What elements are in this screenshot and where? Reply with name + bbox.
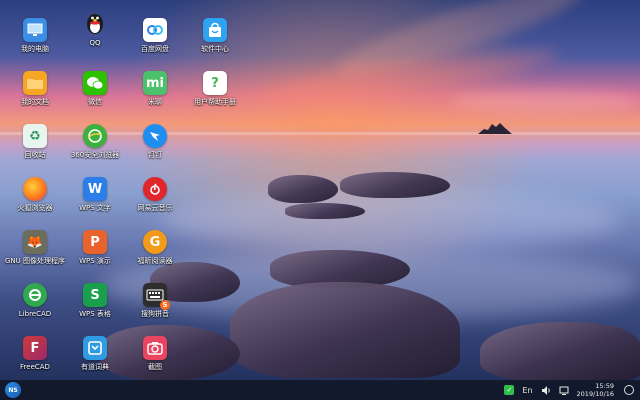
desktop-icon-label: 微信 bbox=[88, 98, 102, 106]
firefox-icon bbox=[23, 177, 47, 201]
desktop-icon-dingtalk[interactable]: 钉钉 bbox=[125, 124, 185, 160]
desktop-icon-screenshot[interactable]: 截图 bbox=[125, 336, 185, 372]
desktop-icon-label: 福昕阅读器 bbox=[137, 257, 173, 265]
youdao-dict-icon bbox=[83, 336, 107, 360]
desktop-icon-label: WPS 演示 bbox=[79, 257, 111, 265]
desktop-icon-netease-music[interactable]: 网易云音乐 bbox=[125, 177, 185, 213]
screenshot-camera-icon bbox=[143, 336, 167, 360]
desktop-icon-wps-spreadsheet[interactable]: S WPS 表格 bbox=[65, 283, 125, 319]
folder-icon bbox=[23, 71, 47, 95]
wps-writer-icon: W bbox=[83, 177, 107, 201]
baidu-netdisk-icon bbox=[143, 18, 167, 42]
wechat-icon bbox=[83, 71, 107, 95]
clock-date: 2019/10/16 bbox=[576, 390, 614, 398]
desktop-icon-gimp[interactable]: 🦊 GNU 图像处理程序 bbox=[5, 230, 65, 266]
desktop-icon-label: 360安全浏览器 bbox=[70, 151, 120, 159]
desktop-icon-label: FreeCAD bbox=[20, 363, 50, 371]
desktop-icon-software-center[interactable]: 软件中心 bbox=[185, 18, 245, 54]
desktop-icon-label: 软件中心 bbox=[201, 45, 229, 53]
desktop-icon-recycle-bin[interactable]: ♻ 回收站 bbox=[5, 124, 65, 160]
desktop-icon-label: 百度网盘 bbox=[141, 45, 169, 53]
recycle-bin-icon: ♻ bbox=[23, 124, 47, 148]
sogou-badge-icon: S bbox=[160, 300, 170, 310]
desktop-icon-label: 火狐浏览器 bbox=[17, 204, 53, 212]
desktop: 我的电脑 我的文档 ♻ 回收站 火狐浏览器 🦊 GNU 图像处理程序 Libre… bbox=[0, 0, 640, 380]
clock[interactable]: 15:59 2019/10/16 bbox=[577, 382, 614, 398]
dingtalk-icon bbox=[143, 124, 167, 148]
input-method-indicator[interactable]: En bbox=[522, 386, 532, 395]
netease-music-icon bbox=[143, 177, 167, 201]
360-browser-icon bbox=[83, 124, 107, 148]
gimp-icon: 🦊 bbox=[23, 230, 47, 254]
wps-spreadsheet-icon: S bbox=[83, 283, 107, 307]
wps-presentation-icon: P bbox=[83, 230, 107, 254]
foxit-reader-icon: G bbox=[143, 230, 167, 254]
desktop-icon-label: 米聊 bbox=[148, 98, 162, 106]
taskbar: NS ✓ En 15:59 2019/10/16 bbox=[0, 380, 640, 400]
desktop-icon-freecad[interactable]: F FreeCAD bbox=[5, 336, 65, 372]
mitalk-icon: mi bbox=[143, 71, 167, 95]
desktop-icon-qq[interactable]: QQ bbox=[65, 12, 125, 48]
freecad-icon: F bbox=[23, 336, 47, 360]
clock-time: 15:59 bbox=[595, 382, 614, 390]
desktop-icon-label: 我的文档 bbox=[21, 98, 49, 106]
tray-app-icon[interactable]: ✓ bbox=[504, 385, 515, 395]
desktop-icon-user-help[interactable]: ? 用户帮助手册 bbox=[185, 71, 245, 107]
desktop-icon-baidu-netdisk[interactable]: 百度网盘 bbox=[125, 18, 185, 54]
librecad-icon bbox=[23, 283, 47, 307]
desktop-icon-label: 网易云音乐 bbox=[137, 204, 173, 212]
desktop-icon-label: 我的电脑 bbox=[21, 45, 49, 53]
desktop-icon-librecad[interactable]: LibreCAD bbox=[5, 283, 65, 319]
user-help-icon: ? bbox=[203, 71, 227, 95]
system-tray: ✓ En 15:59 2019/10/16 bbox=[504, 380, 640, 400]
notification-icon[interactable] bbox=[559, 386, 569, 395]
desktop-icon-label: 有道词典 bbox=[81, 363, 109, 371]
desktop-icon-360-browser[interactable]: 360安全浏览器 bbox=[65, 124, 125, 160]
desktop-icon-wechat[interactable]: 微信 bbox=[65, 71, 125, 107]
software-center-bag-icon bbox=[203, 18, 227, 42]
desktop-icon-my-computer[interactable]: 我的电脑 bbox=[5, 18, 65, 54]
desktop-icon-label: 搜狗拼音 bbox=[141, 310, 169, 318]
desktop-icon-mitalk[interactable]: mi 米聊 bbox=[125, 71, 185, 107]
desktop-icon-label: 用户帮助手册 bbox=[194, 98, 236, 106]
computer-icon bbox=[23, 18, 47, 42]
qq-penguin-icon bbox=[83, 12, 107, 36]
start-menu-button[interactable]: NS bbox=[5, 382, 21, 398]
desktop-icon-label: LibreCAD bbox=[18, 310, 52, 318]
desktop-icon-sogou-pinyin[interactable]: S 搜狗拼音 bbox=[125, 283, 185, 319]
desktop-icon-wps-presentation[interactable]: P WPS 演示 bbox=[65, 230, 125, 266]
desktop-icon-my-documents[interactable]: 我的文档 bbox=[5, 71, 65, 107]
desktop-icon-label: 回收站 bbox=[24, 151, 46, 159]
desktop-icon-label: 截图 bbox=[148, 363, 162, 371]
desktop-icon-firefox[interactable]: 火狐浏览器 bbox=[5, 177, 65, 213]
desktop-icon-wps-writer[interactable]: W WPS 文字 bbox=[65, 177, 125, 213]
desktop-icon-label: WPS 表格 bbox=[79, 310, 111, 318]
desktop-icon-label: QQ bbox=[89, 39, 101, 47]
sogou-pinyin-icon: S bbox=[143, 283, 170, 310]
desktop-icon-label: WPS 文字 bbox=[79, 204, 111, 212]
desktop-icon-foxit-reader[interactable]: G 福昕阅读器 bbox=[125, 230, 185, 266]
desktop-icon-label: 钉钉 bbox=[148, 151, 162, 159]
volume-icon[interactable] bbox=[541, 385, 551, 395]
desktop-icon-label: GNU 图像处理程序 bbox=[5, 257, 66, 265]
desktop-icon-youdao-dict[interactable]: 有道词典 bbox=[65, 336, 125, 372]
power-icon[interactable] bbox=[624, 385, 634, 395]
